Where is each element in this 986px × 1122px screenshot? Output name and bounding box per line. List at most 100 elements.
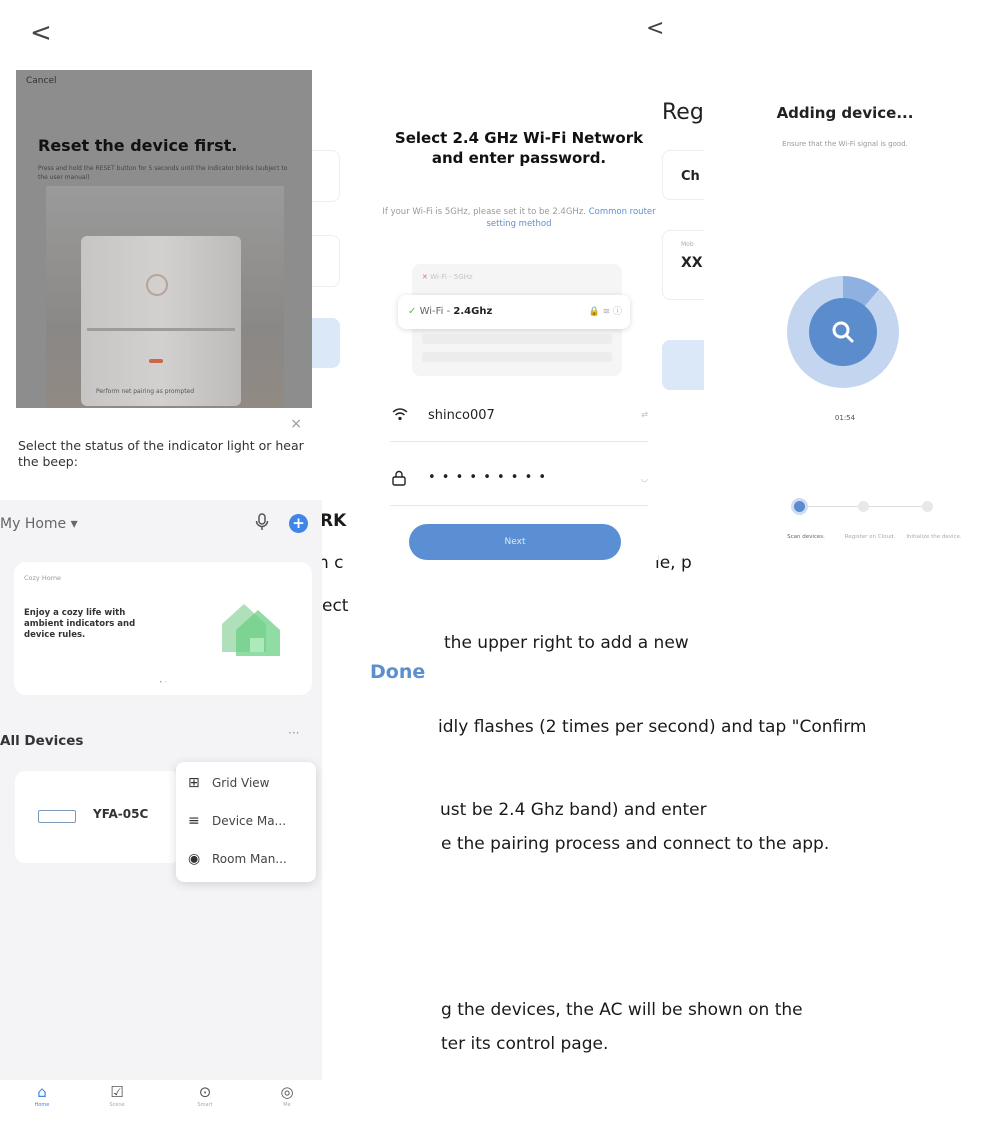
step-dot	[922, 501, 933, 512]
register-field-2-value: XX	[681, 255, 703, 271]
home-icon: ⌂	[37, 1083, 47, 1101]
register-field-2-label: Mob	[681, 241, 694, 248]
wifi-24ghz-row: ✓ Wi-Fi - 2.4Ghz 🔒 ≋ ⓘ	[398, 295, 630, 329]
eye-icon[interactable]: ◡	[641, 474, 648, 483]
wifi-5ghz-label: Wi-Fi - 5GHz	[430, 273, 473, 281]
menu-item-label: Room Man...	[212, 852, 287, 866]
manual-text: the upper right to add a new	[444, 633, 689, 653]
manual-text: e the pairing process and connect to the…	[441, 834, 830, 854]
close-icon[interactable]: ×	[290, 416, 302, 432]
wifi-24-band: 2.4Ghz	[453, 306, 493, 317]
ssid-change-icon[interactable]: ⇄	[641, 410, 648, 419]
lock-icon	[392, 470, 406, 490]
wifi-row-placeholder	[422, 352, 612, 362]
ssid-field[interactable]: shinco007 ⇄	[390, 394, 648, 442]
background-card	[312, 150, 340, 202]
device-seam	[87, 328, 235, 331]
manual-text: le, p	[655, 553, 692, 573]
register-field-2[interactable]: Mob XX	[662, 230, 704, 300]
manual-heading: RK	[320, 511, 347, 531]
indicator-sheet: × Select the status of the indicator lig…	[16, 408, 312, 475]
wifi-hint: If your Wi-Fi is 5GHz, please set it to …	[380, 206, 658, 230]
tab-smart[interactable]: ⊙ Smart	[185, 1083, 225, 1110]
tab-scene[interactable]: ☑ Scene	[97, 1083, 137, 1110]
wifi-signal-icon: 🔒 ≋ ⓘ	[588, 307, 622, 317]
cozy-home-card[interactable]: Cozy Home Enjoy a cozy life with ambient…	[14, 562, 312, 695]
menu-item-device-manage[interactable]: ≡ Device Ma...	[176, 804, 316, 840]
check-icon: ✓	[408, 306, 417, 317]
home-screen: My Home ▾ + Cozy Home Enjoy a cozy life …	[0, 500, 322, 1122]
profile-icon: ◎	[280, 1083, 294, 1101]
card-tag: Cozy Home	[24, 574, 62, 582]
device-card[interactable]: YFA-05C	[15, 771, 180, 863]
tab-me[interactable]: ◎ Me	[267, 1083, 307, 1110]
menu-item-label: Device Ma...	[212, 814, 287, 828]
indicator-question: Select the status of the indicator light…	[18, 438, 304, 469]
reset-title: Reset the device first.	[38, 136, 238, 155]
scene-icon: ☑	[110, 1083, 124, 1101]
manual-text: idly flashes (2 times per second) and ta…	[438, 717, 867, 737]
device-image	[81, 236, 241, 406]
cancel-button[interactable]: Cancel	[26, 76, 57, 86]
adding-device-screen: Adding device... Ensure that the Wi-Fi s…	[704, 70, 986, 590]
card-body: Enjoy a cozy life with ambient indicator…	[24, 608, 136, 640]
progress-steps	[794, 501, 933, 512]
manual-text: ter its control page.	[441, 1034, 609, 1054]
house-illustration-icon	[216, 590, 286, 660]
password-value: • • • • • • • • •	[428, 470, 548, 485]
register-button[interactable]	[662, 340, 704, 390]
tab-home[interactable]: ⌂ Home	[22, 1083, 62, 1110]
manual-text: ust be 2.4 Ghz band) and enter	[440, 800, 707, 820]
step-dot-active	[794, 501, 805, 512]
menu-item-room-manage[interactable]: ◉ Room Man...	[176, 842, 316, 878]
add-device-button[interactable]: +	[289, 514, 308, 533]
back-icon[interactable]: <	[646, 18, 664, 40]
indicator-led	[149, 359, 163, 363]
wifi-icon	[392, 406, 408, 425]
countdown-timer: 01:54	[834, 414, 856, 422]
password-field[interactable]: • • • • • • • • • ◡	[390, 458, 648, 506]
air-conditioner-icon	[38, 810, 76, 823]
microphone-icon[interactable]	[255, 513, 269, 536]
reset-device-dialog: Cancel Reset the device first. Press and…	[16, 70, 312, 475]
pairing-mode-text[interactable]: Perform net pairing as prompted	[96, 388, 194, 395]
background-card	[312, 235, 340, 287]
wifi-5ghz-row: ✕ Wi-Fi - 5GHz	[422, 273, 612, 291]
adding-subtitle: Ensure that the Wi-Fi signal is good.	[782, 140, 908, 148]
step-label: Initialize the device.	[906, 534, 962, 540]
tab-label: Home	[34, 1102, 50, 1108]
wifi-hint-text: If your Wi-Fi is 5GHz, please set it to …	[382, 207, 586, 217]
menu-item-label: Grid View	[212, 776, 270, 790]
wifi-title: Select 2.4 GHz Wi-Fi Network and enter p…	[394, 129, 644, 167]
register-title: Reg	[662, 100, 704, 125]
room-manage-icon: ◉	[188, 851, 201, 867]
done-button[interactable]: Done	[370, 661, 425, 683]
more-icon[interactable]: ···	[288, 726, 299, 740]
next-button[interactable]: Next	[409, 524, 621, 560]
manual-text: g the devices, the AC will be shown on t…	[441, 1000, 803, 1020]
home-selector[interactable]: My Home ▾	[0, 516, 78, 532]
adding-title: Adding device...	[776, 104, 914, 122]
cross-icon: ✕	[422, 273, 428, 281]
menu-item-grid-view[interactable]: ⊞ Grid View	[176, 766, 316, 802]
tab-label: Scene	[109, 1102, 125, 1108]
device-manage-icon: ≡	[188, 813, 200, 829]
all-devices-heading: All Devices	[0, 733, 84, 749]
grid-view-icon: ⊞	[188, 775, 200, 791]
carousel-pager: • ◦	[159, 679, 168, 686]
step-label: Scan devices.	[787, 534, 825, 540]
reset-subtitle: Press and hold the RESET button for 5 se…	[38, 165, 288, 181]
search-icon	[809, 298, 877, 366]
manual-text: ect	[322, 596, 349, 616]
ssid-value: shinco007	[428, 408, 495, 423]
wifi-setup-screen: Select 2.4 GHz Wi-Fi Network and enter p…	[380, 70, 658, 560]
wifi-row-placeholder	[422, 334, 612, 344]
smart-icon: ⊙	[198, 1083, 212, 1101]
step-label: Register on Cloud.	[844, 534, 896, 540]
register-field-1-text: Ch	[681, 169, 700, 184]
bottom-tab-bar: ⌂ Home ☑ Scene ⊙ Smart ◎ Me	[0, 1080, 322, 1122]
register-field-1[interactable]: Ch	[662, 150, 704, 200]
back-icon[interactable]: <	[30, 20, 52, 46]
background-card	[312, 318, 340, 368]
tab-label: Smart	[197, 1102, 213, 1108]
